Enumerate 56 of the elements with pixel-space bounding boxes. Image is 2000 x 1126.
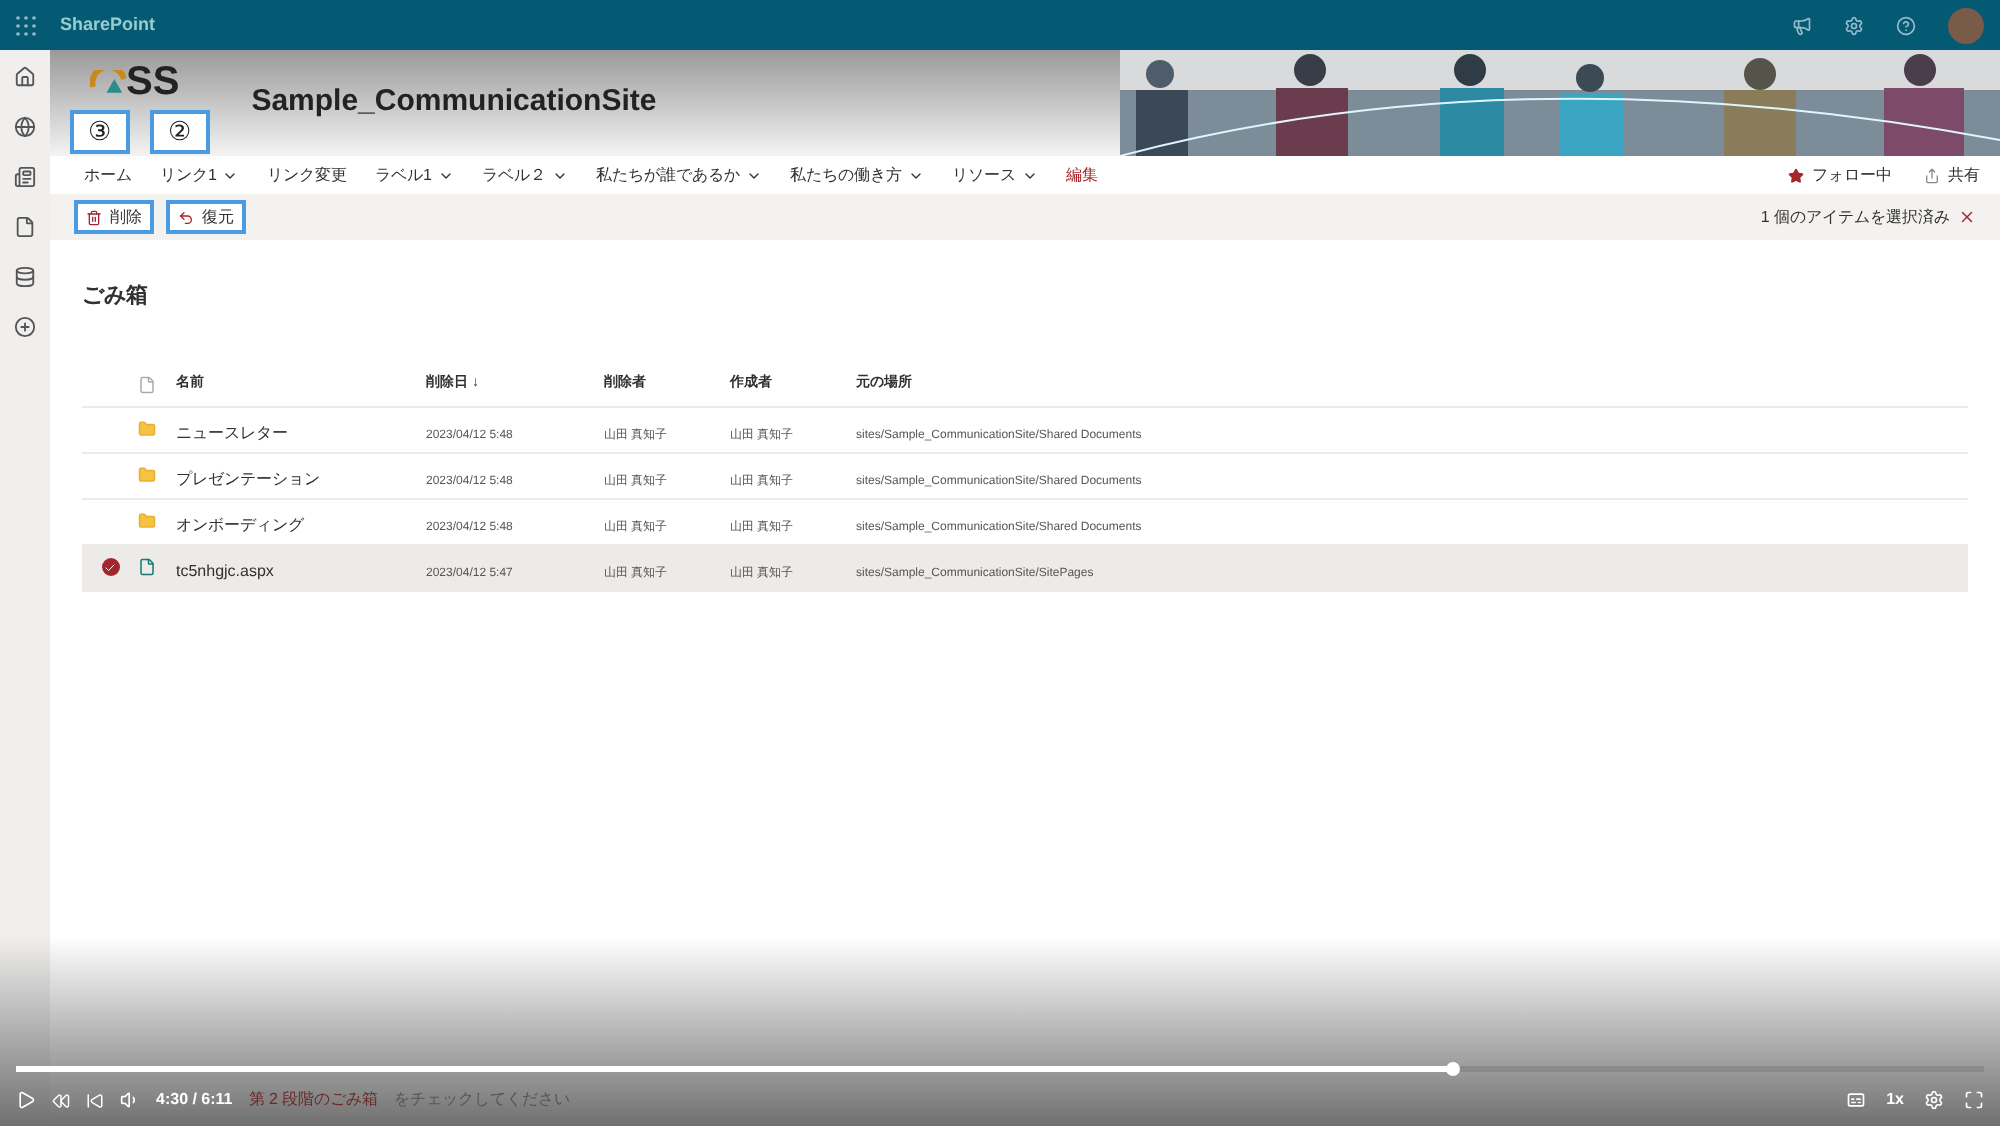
fullscreen-icon[interactable] bbox=[1964, 1090, 1984, 1110]
nav-link[interactable]: ホーム bbox=[84, 163, 132, 187]
trash-icon bbox=[86, 209, 102, 225]
time-display: 4:30 / 6:11 bbox=[156, 1088, 233, 1112]
home-icon[interactable] bbox=[14, 66, 36, 88]
folder-icon bbox=[138, 466, 156, 484]
page-icon bbox=[138, 558, 156, 576]
folder-icon bbox=[138, 420, 156, 438]
app-name[interactable]: SharePoint bbox=[60, 11, 156, 39]
nav-link[interactable]: リソース bbox=[951, 163, 1038, 187]
callout: ② bbox=[150, 110, 210, 154]
help-icon[interactable] bbox=[1896, 15, 1916, 35]
file-icon[interactable] bbox=[14, 216, 36, 238]
app-launcher-icon[interactable] bbox=[16, 15, 36, 35]
file-name[interactable]: オンボーディング bbox=[176, 515, 304, 533]
database-icon[interactable] bbox=[14, 266, 36, 288]
play-icon[interactable] bbox=[16, 1090, 36, 1110]
callout: ③ bbox=[70, 110, 130, 154]
follow-button[interactable]: フォロー中 bbox=[1788, 163, 1892, 187]
file-name[interactable]: tc5nhgjc.aspx bbox=[176, 561, 274, 579]
nav-link[interactable]: ラベル1 bbox=[374, 163, 454, 187]
settings-icon[interactable] bbox=[1844, 15, 1864, 35]
share-icon bbox=[1924, 167, 1940, 183]
nav-link[interactable]: リンク変更 bbox=[266, 163, 347, 187]
close-icon[interactable] bbox=[1958, 208, 1976, 226]
volume-icon[interactable] bbox=[120, 1090, 140, 1110]
progress-track[interactable] bbox=[16, 1066, 1984, 1072]
logo-text: SS bbox=[126, 57, 180, 107]
file-name[interactable]: プレゼンテーション bbox=[176, 469, 320, 487]
page-title: ごみ箱 bbox=[82, 282, 150, 312]
skip-icon[interactable] bbox=[86, 1091, 104, 1109]
restore-button[interactable]: 復元 bbox=[166, 200, 246, 234]
share-button[interactable]: 共有 bbox=[1924, 163, 1980, 187]
logo-icon bbox=[90, 69, 126, 93]
site-title[interactable]: Sample_CommunicationSite bbox=[251, 80, 657, 126]
file-name[interactable]: ニュースレター bbox=[176, 423, 288, 441]
add-icon[interactable] bbox=[14, 316, 36, 338]
progress-thumb[interactable] bbox=[1446, 1062, 1461, 1076]
selection-count: 1 個のアイテムを選択済み bbox=[1760, 205, 1950, 229]
megaphone-icon[interactable] bbox=[1792, 15, 1812, 35]
nav-link[interactable]: ラベル２ bbox=[481, 163, 568, 187]
captions-icon[interactable] bbox=[1846, 1090, 1867, 1110]
check-icon[interactable] bbox=[101, 558, 119, 576]
speed-button[interactable]: 1x bbox=[1886, 1088, 1904, 1112]
nav-link[interactable]: 私たちが誰であるか bbox=[595, 163, 762, 187]
file-type-icon bbox=[138, 375, 156, 393]
star-icon bbox=[1788, 167, 1804, 183]
delete-button[interactable]: 削除 bbox=[74, 200, 154, 234]
globe-icon[interactable] bbox=[14, 116, 36, 138]
nav-link[interactable]: 私たちの働き方 bbox=[789, 163, 924, 187]
edit-link[interactable]: 編集 bbox=[1065, 163, 1098, 187]
undo-icon bbox=[178, 209, 194, 225]
nav-link[interactable]: リンク1 bbox=[160, 163, 239, 187]
news-icon[interactable] bbox=[14, 166, 36, 188]
folder-icon bbox=[138, 512, 156, 530]
rewind-icon[interactable] bbox=[52, 1091, 70, 1109]
